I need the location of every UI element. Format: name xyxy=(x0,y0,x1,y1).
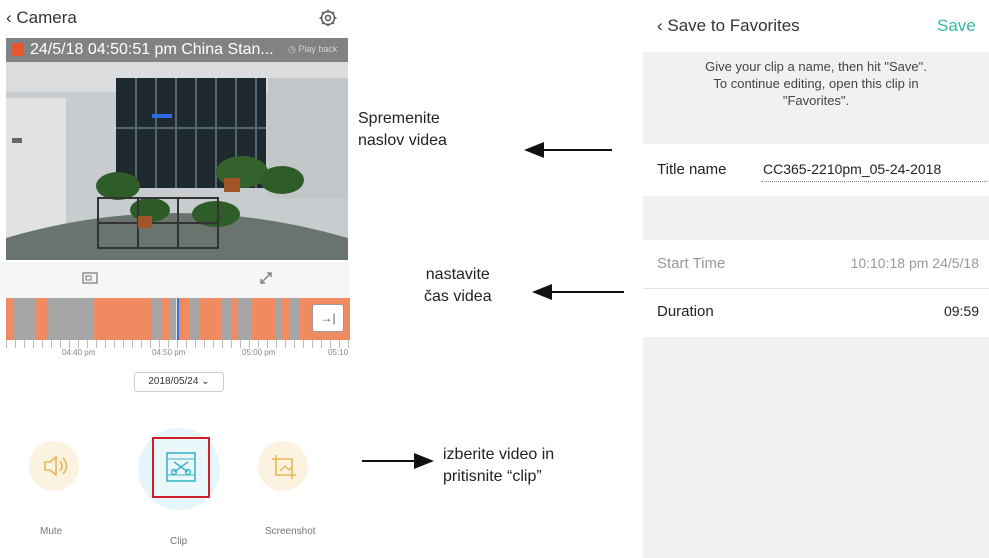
message-line: Give your clip a name, then hit "Save". xyxy=(705,59,927,74)
duration-label: Duration xyxy=(657,303,714,320)
start-time-value: 10:10:18 pm 24/5/18 xyxy=(850,255,979,271)
duration-value: 09:59 xyxy=(943,303,979,319)
save-to-favorites-screen: ‹ Save to Favorites Save Give your clip … xyxy=(643,0,989,558)
start-time-label: Start Time xyxy=(657,255,726,272)
favorites-title: Save to Favorites xyxy=(667,16,800,35)
title-input[interactable] xyxy=(761,157,987,182)
message-line: To continue editing, open this clip in xyxy=(713,76,919,91)
favorites-header: ‹ Save to Favorites Save xyxy=(643,0,989,52)
start-time-row[interactable]: Start Time 10:10:18 pm 24/5/18 xyxy=(643,240,989,289)
message-line: "Favorites". xyxy=(782,93,850,108)
back-button[interactable]: ‹ Save to Favorites xyxy=(657,16,800,36)
title-label: Title name xyxy=(657,161,727,178)
title-row: Title name xyxy=(643,144,989,196)
save-button[interactable]: Save xyxy=(937,16,976,36)
instruction-message: Give your clip a name, then hit "Save". … xyxy=(643,58,989,109)
duration-row[interactable]: Duration 09:59 xyxy=(643,289,989,337)
